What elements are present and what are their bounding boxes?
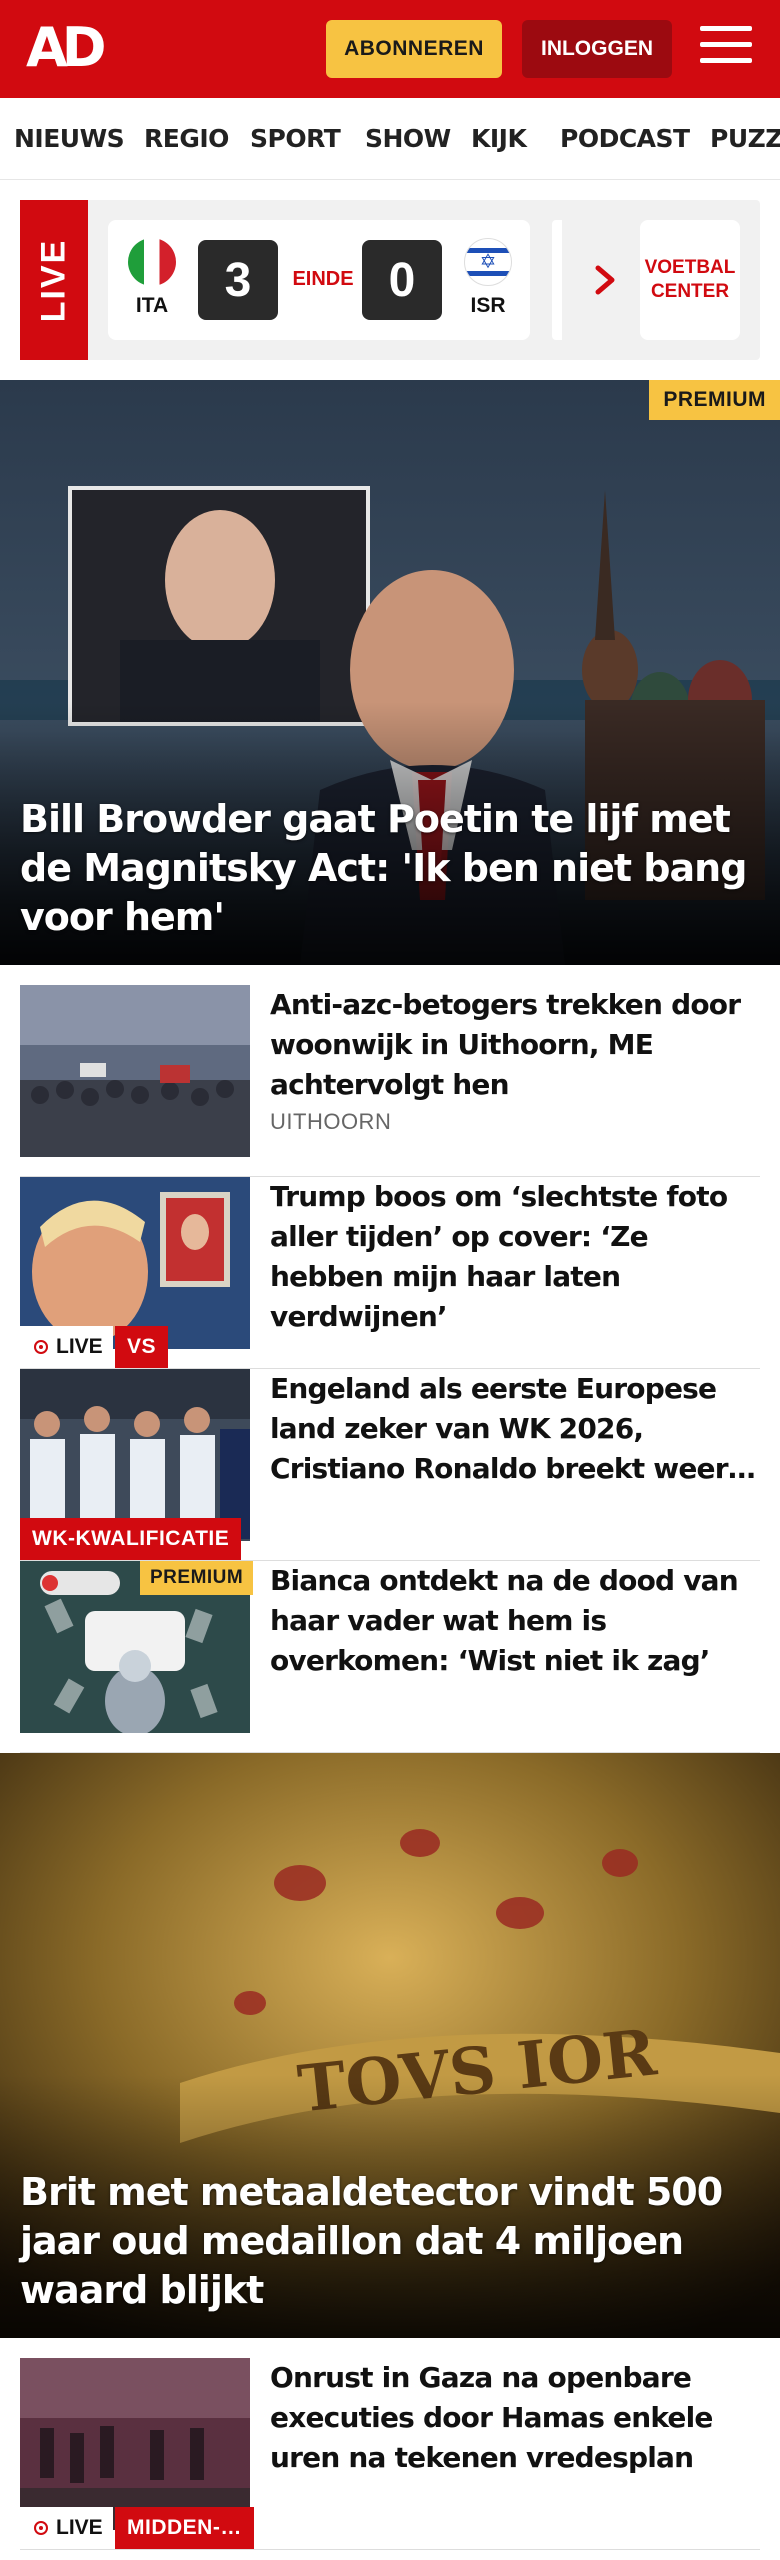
premium-badge: PREMIUM bbox=[649, 380, 780, 420]
featured-article[interactable]: TOVS IOR Brit met metaaldetector vindt 5… bbox=[0, 1753, 780, 2338]
hero-article[interactable]: PREMIUM Bill Browder gaat Poetin te lijf… bbox=[0, 380, 780, 965]
article-thumbnail bbox=[20, 985, 250, 1157]
away-team-name: ISR bbox=[470, 294, 506, 317]
login-button[interactable]: INLOGGEN bbox=[522, 20, 672, 78]
away-score: 0 bbox=[362, 240, 442, 320]
live-dot-icon bbox=[34, 2521, 48, 2535]
israel-flag-icon: ✡ bbox=[464, 238, 512, 286]
voetbal-center-link[interactable]: VOETBAL CENTER bbox=[640, 220, 740, 340]
chevron-right-icon[interactable] bbox=[590, 260, 620, 300]
site-header: AD ABONNEREN INLOGGEN bbox=[0, 0, 780, 98]
nav-item-sport[interactable]: SPORT bbox=[250, 124, 341, 153]
hamburger-menu-icon[interactable] bbox=[700, 26, 752, 70]
nav-item-kijk[interactable]: KIJK bbox=[471, 124, 527, 153]
article-item[interactable]: LIVE MIDDEN-… Onrust in Gaza na openbare… bbox=[20, 2358, 760, 2550]
article-item[interactable]: LIVE VS Trump boos om ‘slechtste foto al… bbox=[20, 1177, 760, 1369]
live-label: LIVE bbox=[20, 200, 88, 360]
article-item[interactable]: PREMIUM Bianca ontdekt na de dood van ha… bbox=[20, 1561, 760, 1753]
next-match-card-edge[interactable] bbox=[552, 220, 562, 340]
article-item[interactable]: Anti-azc-betogers trekken door woonwijk … bbox=[20, 985, 760, 1177]
article-item[interactable]: WK-KWALIFICATIE Engeland als eerste Euro… bbox=[20, 1369, 760, 1561]
category-tag: MIDDEN-… bbox=[115, 2507, 254, 2549]
article-thumbnail bbox=[20, 1369, 250, 1541]
match-status: EINDE bbox=[292, 268, 354, 290]
section-nav: NIEUWS REGIO SPORT SHOW KIJK PODCAST PUZ… bbox=[0, 98, 780, 180]
hero-title[interactable]: Bill Browder gaat Poetin te lijf met de … bbox=[20, 795, 760, 942]
article-location: UITHOORN bbox=[270, 1109, 392, 1134]
premium-badge: PREMIUM bbox=[140, 1561, 254, 1595]
nav-item-regio[interactable]: REGIO bbox=[144, 124, 229, 153]
home-score: 3 bbox=[198, 240, 278, 320]
nav-item-puzzel[interactable]: PUZZ bbox=[710, 124, 780, 153]
subscribe-button[interactable]: ABONNEREN bbox=[326, 20, 502, 78]
category-tag: WK-KWALIFICATIE bbox=[20, 1518, 242, 1560]
italy-flag-icon bbox=[128, 238, 176, 286]
article-title[interactable]: Onrust in Gaza na openbare executies doo… bbox=[270, 2358, 760, 2478]
article-thumbnail bbox=[20, 1177, 250, 1349]
ad-logo[interactable]: AD bbox=[26, 20, 116, 76]
featured-title[interactable]: Brit met metaaldetector vindt 500 jaar o… bbox=[20, 2168, 760, 2315]
home-team-name: ITA bbox=[135, 294, 169, 317]
article-title[interactable]: Anti-azc-betogers trekken door woonwijk … bbox=[270, 985, 760, 1105]
live-badge: LIVE bbox=[20, 1326, 113, 1368]
nav-item-show[interactable]: SHOW bbox=[365, 124, 451, 153]
article-thumbnail bbox=[20, 2358, 250, 2530]
article-title[interactable]: Engeland als eerste Europese land zeker … bbox=[270, 1369, 760, 1489]
match-score-card[interactable]: ITA 3 EINDE 0 ✡ ISR bbox=[108, 220, 530, 340]
live-scores-strip: LIVE ITA 3 EINDE 0 ✡ ISR VOETBAL CENTER bbox=[0, 180, 780, 380]
article-title[interactable]: Bianca ontdekt na de dood van haar vader… bbox=[270, 1561, 760, 1681]
live-badge: LIVE bbox=[20, 2507, 113, 2549]
live-dot-icon bbox=[34, 1340, 48, 1354]
nav-item-podcast[interactable]: PODCAST bbox=[560, 124, 690, 153]
category-tag: VS bbox=[115, 1326, 169, 1368]
nav-item-nieuws[interactable]: NIEUWS bbox=[14, 124, 125, 153]
article-title[interactable]: Trump boos om ‘slechtste foto aller tijd… bbox=[270, 1177, 760, 1337]
